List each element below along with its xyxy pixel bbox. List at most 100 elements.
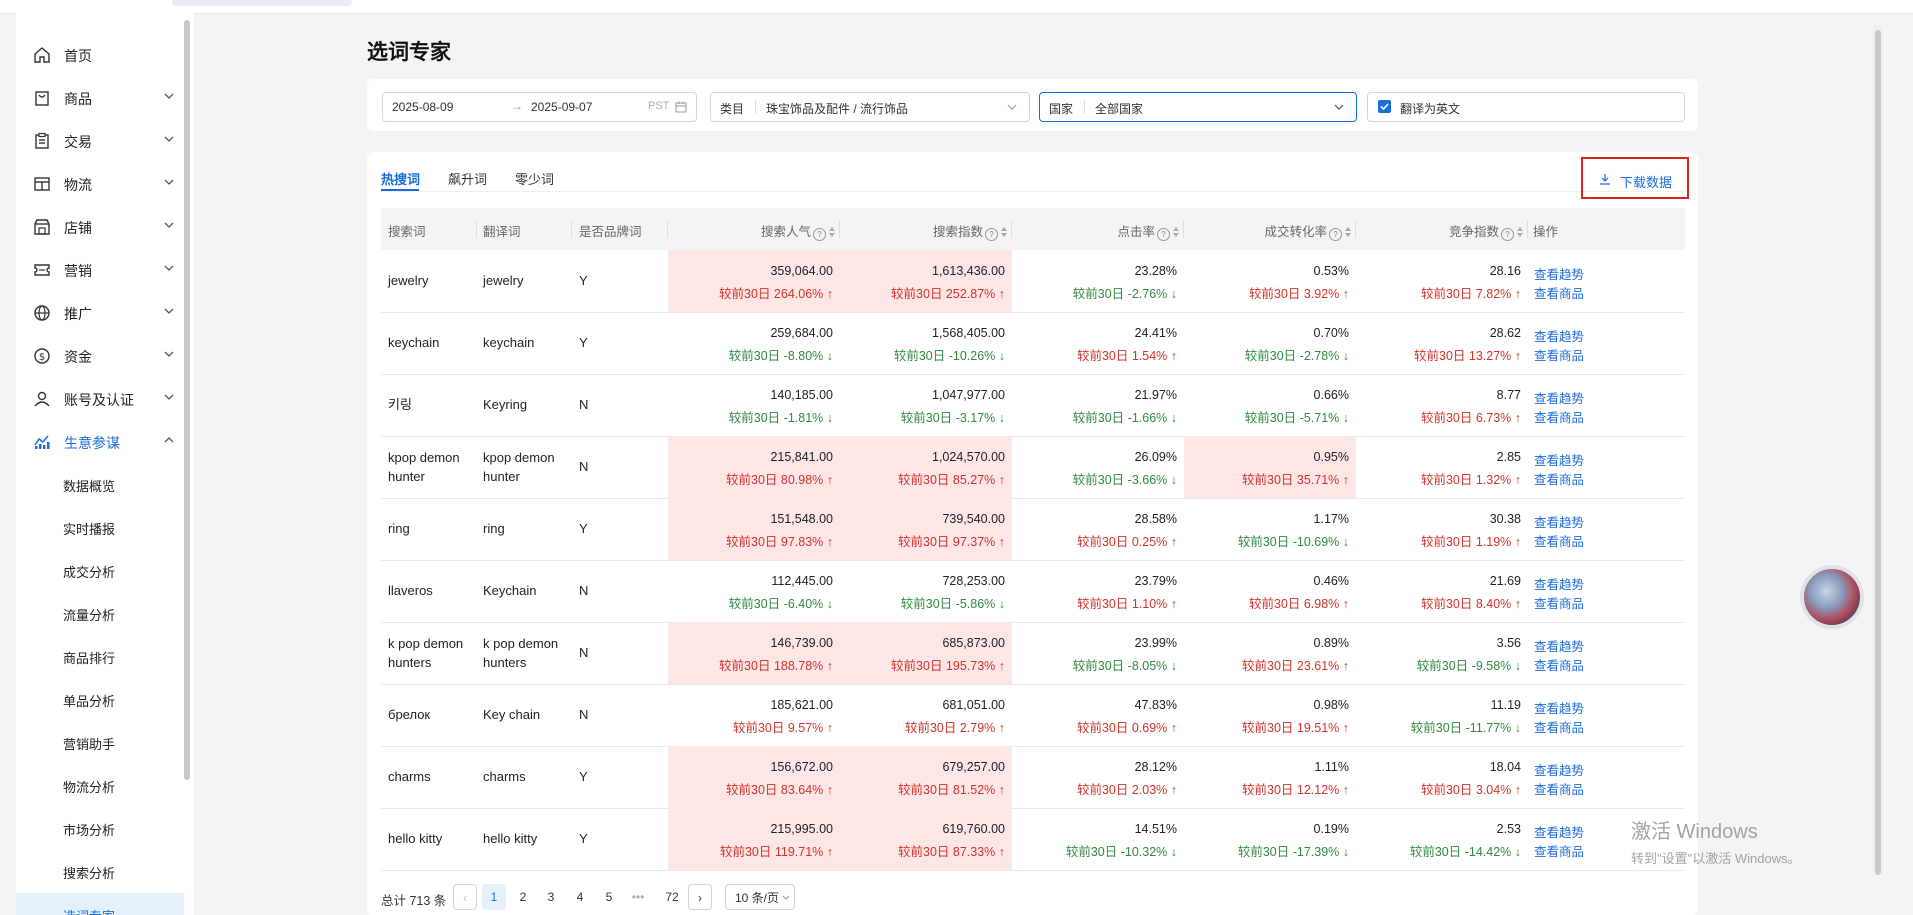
sidebar-subitem[interactable]: 成交分析 <box>16 549 184 592</box>
help-icon[interactable]: ? <box>1157 228 1170 241</box>
header-index-label: 搜索指数 <box>932 225 983 239</box>
sidebar-subitem[interactable]: 搜索分析 <box>16 850 184 893</box>
date-start[interactable]: 2025-08-09 <box>392 100 453 114</box>
country-select[interactable]: 国家 全部国家 <box>1039 92 1357 122</box>
sidebar-subitem[interactable]: 实时播报 <box>16 506 184 549</box>
sidebar-item[interactable]: 生意参谋 <box>16 420 194 463</box>
checkbox-checked-icon[interactable] <box>1378 100 1391 113</box>
competition-cell: 28.16 较前30日 7.82% ↑ <box>1356 250 1528 312</box>
view-trend-link[interactable]: 查看趋势 <box>1534 698 1584 717</box>
page-number[interactable]: 2 <box>511 884 535 910</box>
view-trend-link[interactable]: 查看趋势 <box>1534 326 1584 345</box>
help-icon[interactable]: ? <box>985 228 998 241</box>
help-icon[interactable]: ? <box>1501 228 1514 241</box>
view-products-link[interactable]: 查看商品 <box>1534 283 1584 302</box>
sidebar-subitem[interactable]: 市场分析 <box>16 807 184 850</box>
view-trend-link[interactable]: 查看趋势 <box>1534 264 1584 283</box>
category-select[interactable]: 类目 珠宝饰品及配件 / 流行饰品 <box>710 92 1030 122</box>
view-trend-link[interactable]: 查看趋势 <box>1534 574 1584 593</box>
sort-icon[interactable] <box>828 226 836 238</box>
top-tab[interactable] <box>172 0 352 6</box>
ctr-value: 28.58% <box>1134 512 1177 526</box>
view-products-link[interactable]: 查看商品 <box>1534 779 1584 798</box>
ctr-change: 较前30日 -2.76% ↓ <box>1072 287 1177 301</box>
sidebar-item[interactable]: 首页 <box>16 33 194 76</box>
help-icon[interactable]: ? <box>1329 228 1342 241</box>
header-ctr[interactable]: 点击率? <box>1117 221 1180 241</box>
view-products-link[interactable]: 查看商品 <box>1534 655 1584 674</box>
date-end[interactable]: 2025-09-07 <box>531 100 592 114</box>
tab-rising-keywords[interactable]: 飙升词 <box>448 169 487 188</box>
sidebar-item[interactable]: 交易 <box>16 119 194 162</box>
page-scrollbar-thumb[interactable] <box>1875 30 1881 875</box>
sort-icon[interactable] <box>1516 226 1524 238</box>
popularity-change: 较前30日 119.71% ↑ <box>719 845 833 859</box>
sidebar-item[interactable]: $ 资金 <box>16 334 194 377</box>
sidebar-subitem[interactable]: 选词专家 <box>16 893 184 915</box>
index-change: 较前30日 195.73% ↑ <box>891 659 1005 673</box>
next-page-button[interactable]: › <box>688 884 712 910</box>
view-trend-link[interactable]: 查看趋势 <box>1534 760 1584 779</box>
sidebar-scrollbar[interactable] <box>184 20 190 780</box>
sidebar-subitem[interactable]: 商品排行 <box>16 635 184 678</box>
sort-icon[interactable] <box>1000 226 1008 238</box>
sidebar-item[interactable]: 账号及认证 <box>16 377 194 420</box>
sidebar-subitem[interactable]: 数据概览 <box>16 463 184 506</box>
view-trend-link[interactable]: 查看趋势 <box>1534 822 1584 841</box>
header-search-index[interactable]: 搜索指数? <box>933 221 1008 241</box>
view-trend-link[interactable]: 查看趋势 <box>1534 636 1584 655</box>
download-data-button[interactable]: 下载数据 <box>1581 157 1689 199</box>
competition-value: 2.85 <box>1496 450 1521 464</box>
view-products-link[interactable]: 查看商品 <box>1534 531 1584 550</box>
ticket-icon <box>34 264 50 276</box>
page-number[interactable]: 3 <box>539 884 563 910</box>
sidebar-item[interactable]: 店铺 <box>16 205 194 248</box>
view-products-link[interactable]: 查看商品 <box>1534 469 1584 488</box>
popularity-value: 359,064.00 <box>770 264 833 278</box>
sidebar-subitem[interactable]: 流量分析 <box>16 592 184 635</box>
ctr-change: 较前30日 1.10% ↑ <box>1076 597 1177 611</box>
page-ellipsis[interactable]: ••• <box>626 884 650 910</box>
sidebar-item[interactable]: 营销 <box>16 248 194 291</box>
sidebar-subitem[interactable]: 物流分析 <box>16 764 184 807</box>
prev-page-button[interactable]: ‹ <box>453 884 477 910</box>
index-value: 1,613,436.00 <box>932 264 1005 278</box>
tab-hot-keywords[interactable]: 热搜词 <box>381 169 420 188</box>
sort-icon[interactable] <box>1172 226 1180 238</box>
page-number[interactable]: 4 <box>568 884 592 910</box>
header-conversion[interactable]: 成交转化率? <box>1264 221 1352 241</box>
view-trend-link[interactable]: 查看趋势 <box>1534 450 1584 469</box>
page-size-select[interactable]: 10 条/页 <box>725 884 795 910</box>
view-products-link[interactable]: 查看商品 <box>1534 407 1584 426</box>
view-products-link[interactable]: 查看商品 <box>1534 593 1584 612</box>
header-competition[interactable]: 竞争指数? <box>1449 221 1524 241</box>
ctr-value: 21.97% <box>1134 388 1177 402</box>
index-cell: 619,760.00 较前30日 87.33% ↑ <box>840 808 1012 870</box>
header-popularity[interactable]: 搜索人气? <box>761 221 836 241</box>
conversion-value: 0.66% <box>1313 388 1349 402</box>
table-row: k pop demon hunters k pop demon hunters N 1… <box>381 622 1685 685</box>
translate-toggle[interactable]: 翻译为英文 <box>1367 92 1685 122</box>
page-number[interactable]: 5 <box>597 884 621 910</box>
tab-low-competition-keywords[interactable]: 零少词 <box>515 169 554 188</box>
date-range-picker[interactable]: 2025-08-09 → 2025-09-07 PST <box>382 92 697 122</box>
assistant-avatar[interactable] <box>1800 565 1864 629</box>
ctr-change: 较前30日 -8.05% ↓ <box>1072 659 1177 673</box>
watermark-line1: 激活 Windows <box>1631 821 1758 843</box>
sidebar-subitem-label: 单品分析 <box>63 694 116 709</box>
sidebar-item[interactable]: 商品 <box>16 76 194 119</box>
sidebar-subitem[interactable]: 单品分析 <box>16 678 184 721</box>
view-products-link[interactable]: 查看商品 <box>1534 345 1584 364</box>
sort-icon[interactable] <box>1344 226 1352 238</box>
sidebar-item[interactable]: 物流 <box>16 162 194 205</box>
sidebar-item[interactable]: 推广 <box>16 291 194 334</box>
view-trend-link[interactable]: 查看趋势 <box>1534 512 1584 531</box>
sidebar-subitem[interactable]: 营销助手 <box>16 721 184 764</box>
view-products-link[interactable]: 查看商品 <box>1534 841 1584 860</box>
help-icon[interactable]: ? <box>813 228 826 241</box>
view-trend-link[interactable]: 查看趋势 <box>1534 388 1584 407</box>
popularity-cell: 259,684.00 较前30日 -8.80% ↓ <box>668 312 840 374</box>
view-products-link[interactable]: 查看商品 <box>1534 717 1584 736</box>
page-number[interactable]: 72 <box>660 884 684 910</box>
page-number[interactable]: 1 <box>482 884 506 910</box>
